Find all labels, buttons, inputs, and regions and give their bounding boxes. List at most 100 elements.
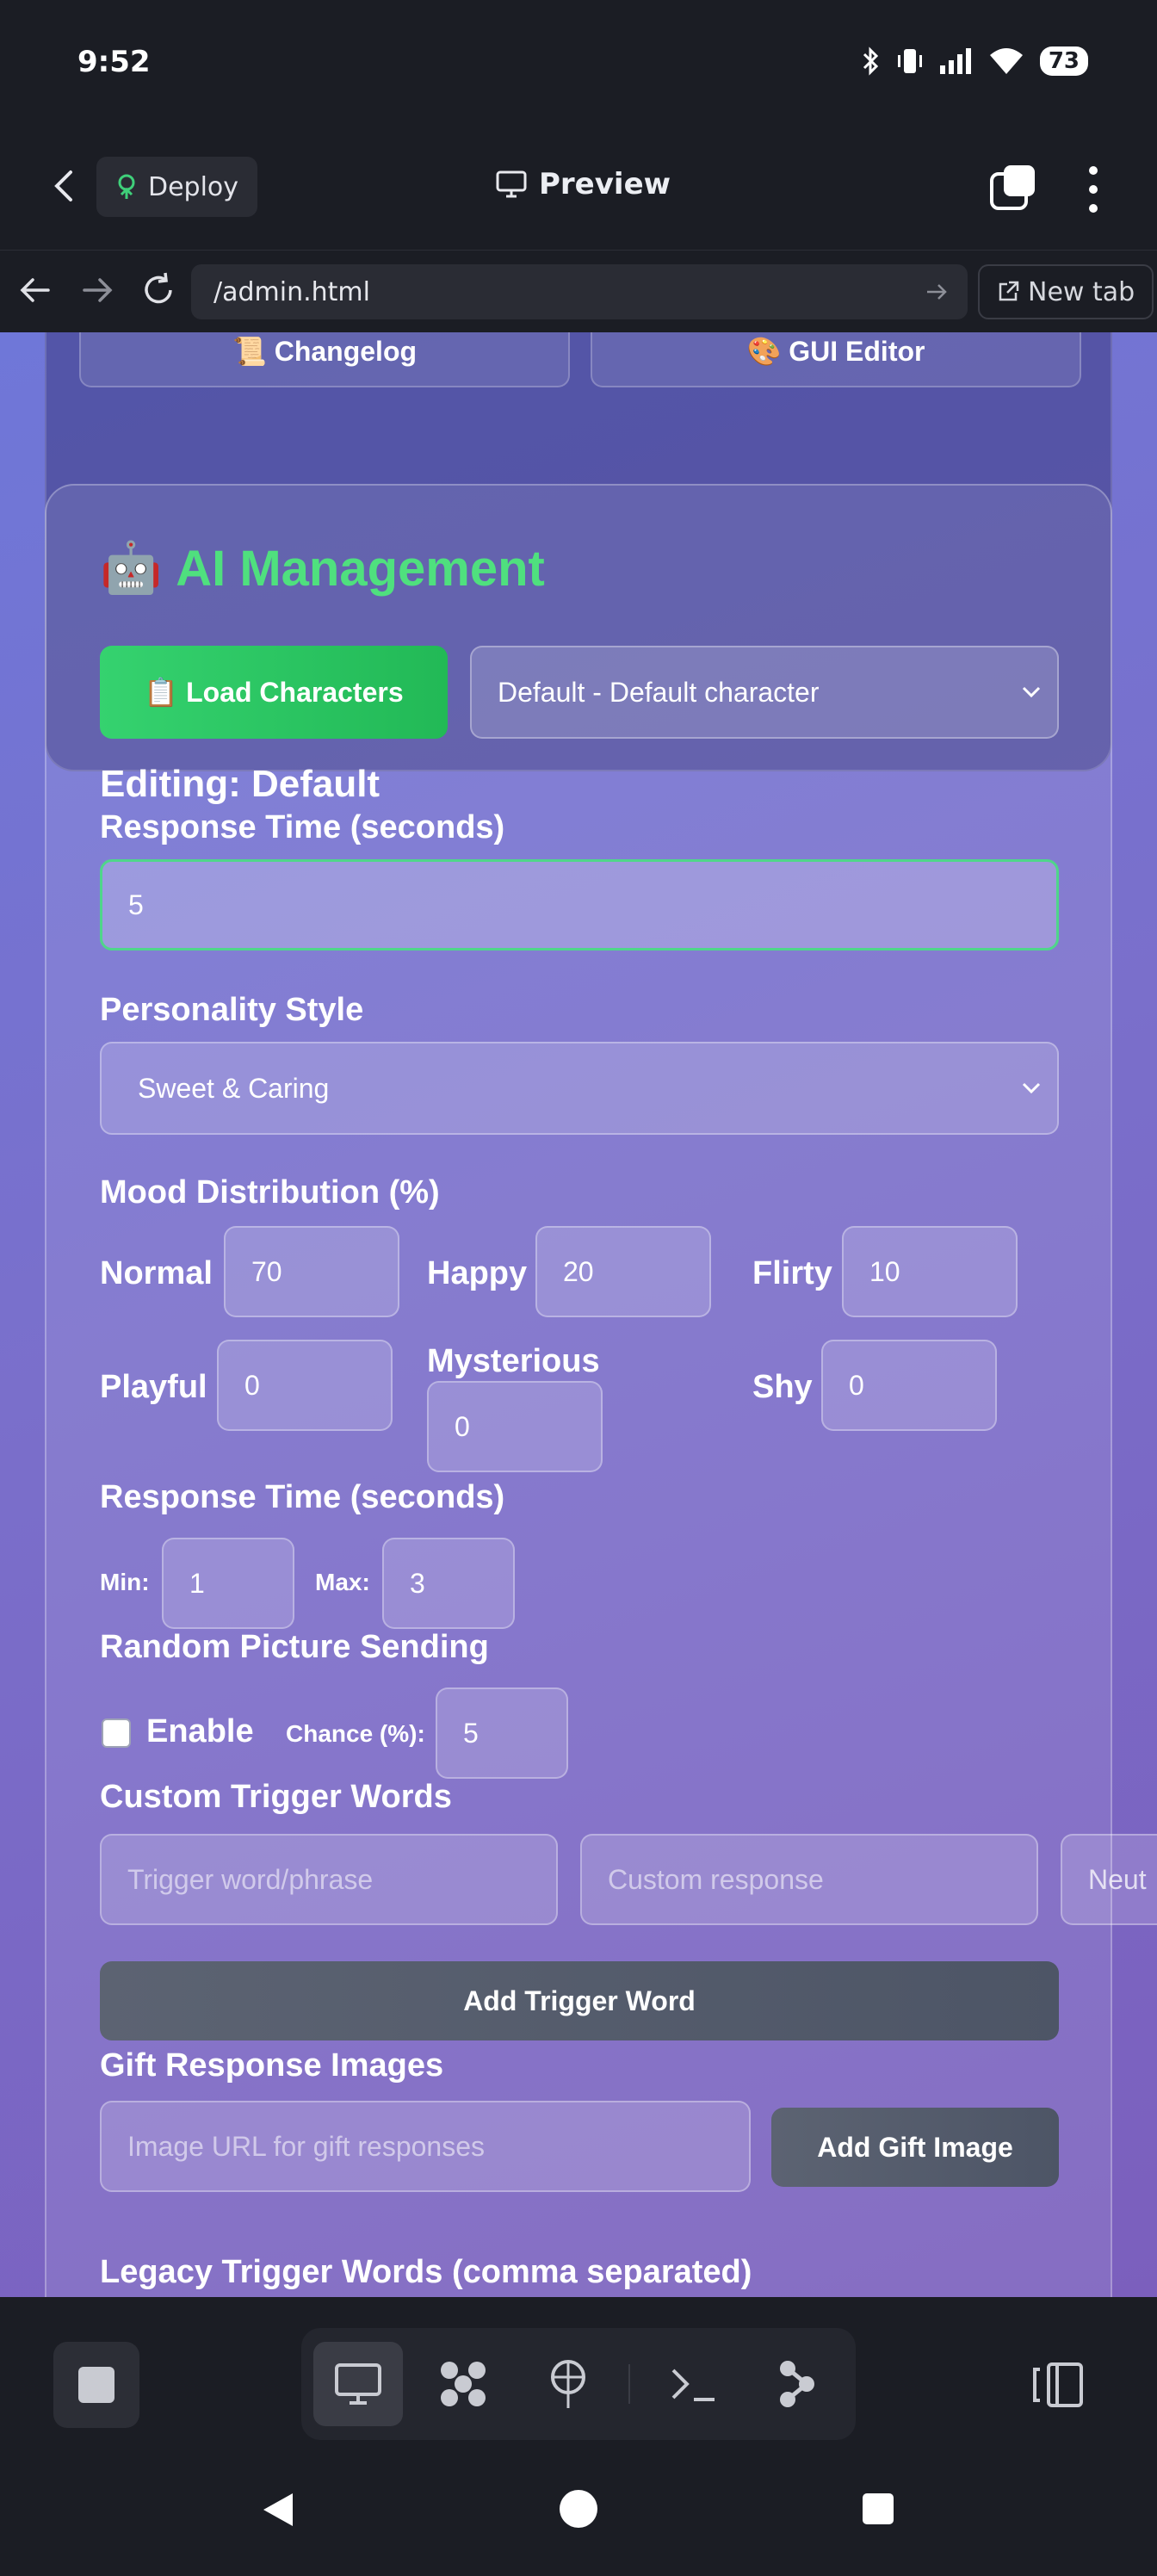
- new-tab-button[interactable]: New tab: [978, 264, 1154, 319]
- signal-icon: [939, 48, 971, 74]
- robot-icon: 🤖: [100, 540, 163, 596]
- bluetooth-icon: [863, 46, 878, 76]
- max-response-input[interactable]: 3: [382, 1538, 515, 1629]
- preview-tool-button[interactable]: [313, 2342, 403, 2426]
- character-select[interactable]: Default - Default character: [470, 646, 1059, 739]
- grid-blob-icon: [441, 2362, 486, 2406]
- external-link-icon: [999, 281, 1019, 301]
- mood-value-happy: 20: [563, 1255, 594, 1287]
- personality-style-label: Personality Style: [100, 992, 364, 1028]
- mood-input-shy[interactable]: 0: [821, 1340, 997, 1431]
- min-label: Min:: [100, 1569, 150, 1595]
- editing-label: Editing: Default: [100, 763, 381, 805]
- load-characters-button[interactable]: 📋 Load Characters: [100, 646, 448, 739]
- chance-input[interactable]: 5: [436, 1687, 568, 1779]
- back-arrow-icon[interactable]: [48, 169, 83, 203]
- nav-recents-icon[interactable]: [863, 2493, 894, 2524]
- character-select-value: Default - Default character: [498, 676, 820, 708]
- agent-tool-button[interactable]: [418, 2342, 508, 2426]
- mood-input-normal[interactable]: 70: [224, 1226, 399, 1317]
- mood-label-shy: Shy: [752, 1369, 813, 1405]
- branch-icon: [780, 2361, 814, 2407]
- battery-indicator: 73: [1039, 46, 1088, 76]
- git-tool-button[interactable]: [752, 2342, 842, 2426]
- deploy-icon: [551, 2360, 585, 2408]
- wifi-icon: [989, 48, 1023, 74]
- ai-management-title: AI Management: [176, 540, 545, 597]
- mood-input-flirty[interactable]: 10: [842, 1226, 1018, 1317]
- response-range-label: Response Time (seconds): [100, 1479, 505, 1515]
- vibrate-icon: [897, 49, 922, 73]
- mood-label-normal: Normal: [100, 1255, 213, 1291]
- personality-style-select[interactable]: Sweet & Caring: [100, 1042, 1059, 1135]
- browser-back-icon[interactable]: [15, 271, 53, 309]
- monitor-icon: [496, 170, 527, 198]
- ai-management-card: 🤖 AI Management 📋 Load Characters Defaul…: [45, 484, 1157, 2297]
- mood-value-playful: 0: [244, 1369, 260, 1401]
- max-label: Max:: [315, 1569, 370, 1595]
- mood-label-mysterious: Mysterious: [427, 1343, 600, 1379]
- trigger-mood-select[interactable]: Neut: [1061, 1834, 1157, 1925]
- url-bar: /admin.html New tab: [0, 250, 1157, 333]
- status-bar: 9:52 73: [0, 0, 1157, 129]
- mood-input-playful[interactable]: 0: [217, 1340, 393, 1431]
- gift-image-url-placeholder: Image URL for gift responses: [127, 2130, 485, 2162]
- mood-value-mysterious: 0: [455, 1410, 470, 1442]
- random-picture-label: Random Picture Sending: [100, 1629, 489, 1665]
- app-header: Deploy Preview: [0, 129, 1157, 250]
- mood-label-happy: Happy: [427, 1255, 528, 1291]
- reload-icon[interactable]: [139, 271, 177, 309]
- bottom-dock: [0, 2297, 1157, 2464]
- dock-tool-group: [301, 2328, 856, 2440]
- max-response-value: 3: [410, 1567, 425, 1599]
- custom-trigger-label: Custom Trigger Words: [100, 1779, 452, 1815]
- terminal-icon: [671, 2369, 715, 2401]
- add-trigger-word-button[interactable]: Add Trigger Word: [100, 1961, 1059, 2040]
- browser-forward-icon[interactable]: [79, 271, 117, 309]
- deploy-tool-button[interactable]: [523, 2342, 613, 2426]
- stop-button[interactable]: [53, 2342, 139, 2428]
- mood-input-happy[interactable]: 20: [535, 1226, 711, 1317]
- response-time-input[interactable]: 5: [100, 859, 1059, 951]
- system-nav-bar: [0, 2449, 1157, 2576]
- web-content[interactable]: 📜 Changelog 🎨 GUI Editor 🤖 AI Management…: [0, 332, 1157, 2297]
- changelog-button[interactable]: 📜 Changelog: [79, 332, 570, 387]
- chance-label: Chance (%):: [286, 1720, 425, 1747]
- tab-switcher-icon[interactable]: [990, 164, 1036, 210]
- mood-value-flirty: 10: [869, 1255, 900, 1287]
- mood-distribution-label: Mood Distribution (%): [100, 1174, 440, 1211]
- console-tool-button[interactable]: [649, 2342, 739, 2426]
- preview-title-text: Preview: [539, 167, 671, 201]
- more-menu-icon[interactable]: [1076, 164, 1111, 215]
- enable-label: Enable: [146, 1713, 254, 1749]
- chevron-down-icon: [1022, 1082, 1041, 1094]
- deploy-button[interactable]: Deploy: [96, 157, 258, 217]
- mood-value-normal: 70: [251, 1255, 282, 1287]
- add-gift-image-button[interactable]: Add Gift Image: [771, 2108, 1059, 2187]
- stop-icon: [78, 2367, 114, 2403]
- nav-home-icon[interactable]: [560, 2490, 597, 2528]
- dock-separator: [628, 2364, 630, 2404]
- mood-value-shy: 0: [849, 1369, 864, 1401]
- gift-image-url-input[interactable]: Image URL for gift responses: [100, 2101, 751, 2192]
- chance-value: 5: [463, 1717, 479, 1749]
- min-response-input[interactable]: 1: [162, 1538, 294, 1629]
- nav-back-icon[interactable]: [258, 2490, 298, 2530]
- go-arrow-icon[interactable]: [925, 280, 949, 304]
- deploy-label: Deploy: [148, 171, 239, 202]
- trigger-mood-value: Neut: [1088, 1863, 1147, 1895]
- mood-label-flirty: Flirty: [752, 1255, 832, 1291]
- custom-response-input[interactable]: Custom response: [580, 1834, 1038, 1925]
- monitor-icon: [335, 2363, 381, 2405]
- gui-editor-button[interactable]: 🎨 GUI Editor: [591, 332, 1081, 387]
- ai-management-heading: 🤖 AI Management: [100, 539, 545, 598]
- deploy-icon: [118, 174, 135, 199]
- chevron-down-icon: [1022, 686, 1041, 698]
- response-time-label: Response Time (seconds): [100, 809, 505, 845]
- mood-input-mysterious[interactable]: 0: [427, 1381, 603, 1472]
- enable-checkbox[interactable]: [102, 1718, 131, 1748]
- personality-style-value: Sweet & Caring: [138, 1072, 330, 1104]
- split-view-icon[interactable]: [1031, 2357, 1086, 2412]
- trigger-word-input[interactable]: Trigger word/phrase: [100, 1834, 558, 1925]
- url-input[interactable]: /admin.html: [191, 264, 968, 319]
